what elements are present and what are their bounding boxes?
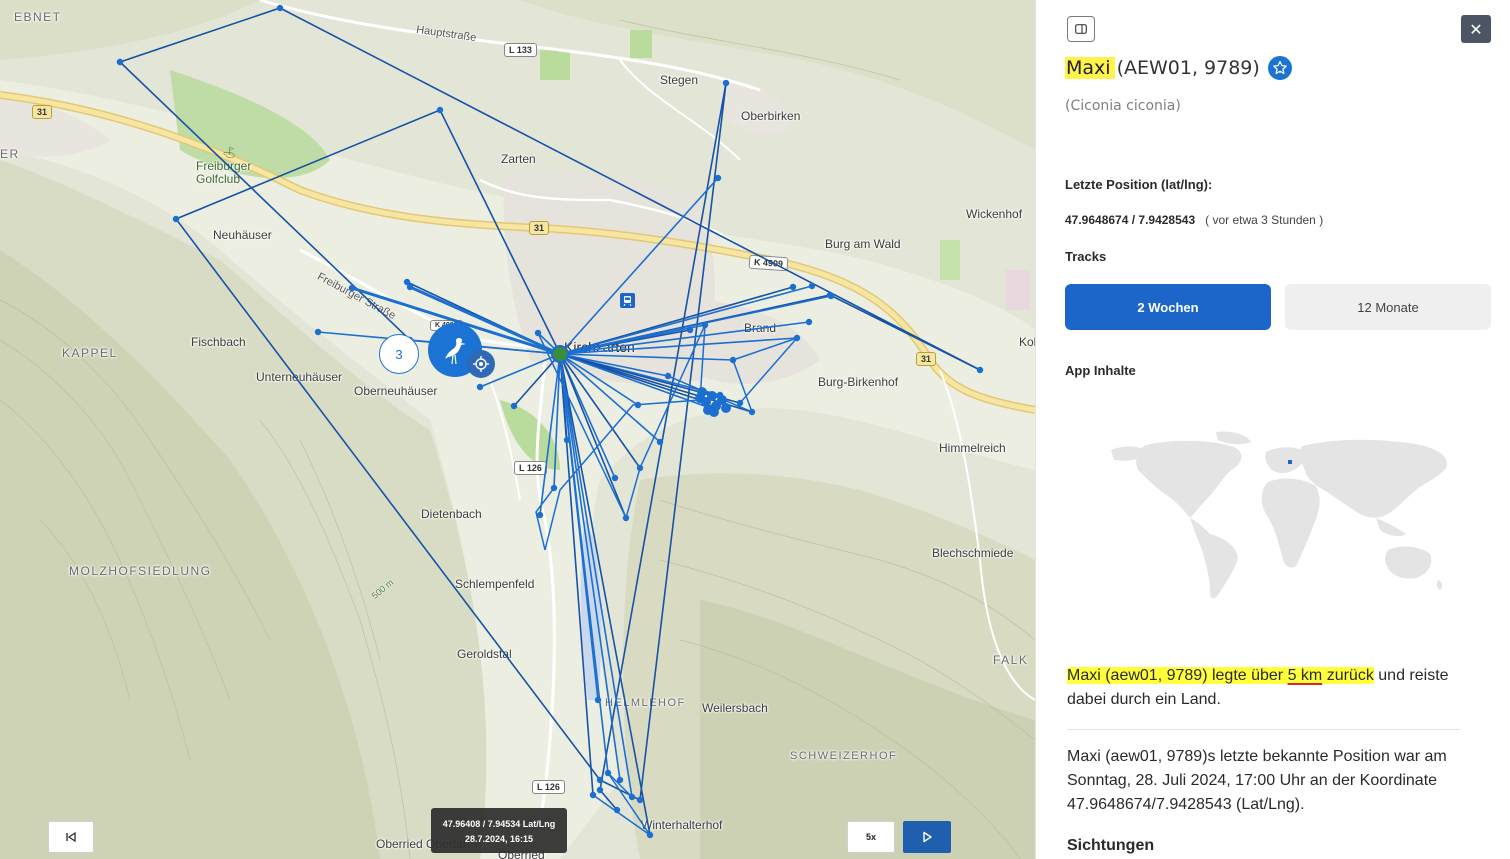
track-point-cluster [697,387,707,397]
current-position-marker [551,345,569,363]
summary-text: Maxi (aew01, 9789) legte über 5 km zurüc… [1067,664,1467,712]
world-map [1111,431,1447,599]
close-button[interactable]: ✕ [1461,15,1491,43]
rewind-button[interactable] [48,821,94,853]
track-segment [559,353,621,781]
visited-country-marker [1288,460,1292,464]
track-point [646,831,654,839]
track-point [476,383,484,391]
position-tooltip: 47.96408 / 7.94534 Lat/Lng 28.7.2024, 16… [431,808,567,853]
detail-panel: ✕ Maxi (AEW01, 9789) (Ciconia ciconia) L… [1035,0,1510,859]
cluster-marker[interactable]: 3 [379,334,419,374]
track-point [686,326,694,334]
star-icon [1272,60,1287,75]
track-point [536,511,544,519]
sidebar-icon [1075,24,1087,34]
tracks-label: Tracks [1065,249,1107,264]
track-point [172,215,180,223]
track-point [729,356,737,364]
track-point [534,329,542,337]
track-point [596,786,604,794]
summary-marked: Maxi (aew01, 9789) legte über [1067,667,1284,684]
track-point [701,321,709,329]
sightings-heading: Sichtungen [1067,837,1155,854]
track-point [613,806,621,814]
track-point [827,292,835,300]
last-position-ago: ( vor etwa 3 Stunden ) [1205,213,1324,227]
track-point [596,776,604,784]
track-point [748,408,756,416]
track-line-long [119,7,981,811]
track-point [622,514,630,522]
track-point [636,464,644,472]
track-point [628,793,636,801]
track-point [436,106,444,114]
track-point [714,174,722,182]
track-point [563,436,571,444]
collapse-panel-button[interactable] [1067,16,1095,42]
map-view[interactable]: EBNET ER Hauptstraße Stegen Oberbirken Z… [0,0,1035,859]
animal-name: Maxi [1065,57,1115,79]
track-point [789,283,797,291]
track-point [664,372,672,380]
track-segment [559,353,633,798]
track-point [976,366,984,374]
last-known-text: Maxi (aew01, 9789)s letzte bekannte Posi… [1067,748,1447,813]
play-button[interactable] [903,821,951,853]
track-point [722,79,730,87]
track-point [611,474,619,482]
track-12-months-button[interactable]: 12 Monate [1285,284,1491,330]
track-point [656,438,664,446]
play-icon [923,831,932,843]
divider [1067,729,1460,730]
tooltip-coords: 47.96408 / 7.94534 Lat/Lng [442,819,556,829]
track-point [594,696,602,704]
track-segment [559,285,813,355]
last-position: 47.9648674 / 7.9428543 ( vor etwa 3 Stund… [1065,213,1323,227]
track-point [589,791,597,799]
locate-target-button[interactable] [467,350,495,378]
track-point [736,399,744,407]
track-point [276,4,284,12]
summary-marked-end: zurück [1326,667,1374,684]
track-2-weeks-button[interactable]: 2 Wochen [1065,284,1271,330]
track-line-outer [119,61,561,355]
track-segment [513,353,561,407]
last-position-value: 47.9648674 / 7.9428543 [1065,213,1196,227]
track-point [510,402,518,410]
crosshair-icon [473,356,489,372]
track-point [636,796,644,804]
track-point [616,776,624,784]
latin-name: (Ciconia ciconia) [1065,98,1181,114]
track-point [634,401,642,409]
track-point-cluster [721,403,731,413]
speed-button[interactable]: 5x [847,821,895,853]
summary-distance: 5 km [1287,667,1323,684]
track-point-cluster [709,407,719,417]
skip-back-icon [66,831,76,843]
track-point [604,769,612,777]
stork-icon [445,338,466,365]
track-point [550,484,558,492]
animal-ids: (AEW01, 9789) [1116,57,1260,79]
track-point [406,283,414,291]
track-point [808,282,816,290]
tooltip-datetime: 28.7.2024, 16:15 [464,834,534,844]
track-point-cluster [707,391,717,401]
last-position-label: Letzte Position (lat/lng): [1065,177,1213,192]
close-icon: ✕ [1469,19,1483,39]
track-point [348,284,356,292]
track-segment [559,353,594,796]
track-point [116,58,124,66]
track-point [314,328,322,336]
track-point [793,334,801,342]
animal-title: Maxi (AEW01, 9789) [1065,56,1292,80]
app-contents-label: App Inhalte [1065,363,1136,378]
favorite-button[interactable] [1267,56,1292,80]
track-point [805,318,813,326]
track-overlay [116,4,984,839]
